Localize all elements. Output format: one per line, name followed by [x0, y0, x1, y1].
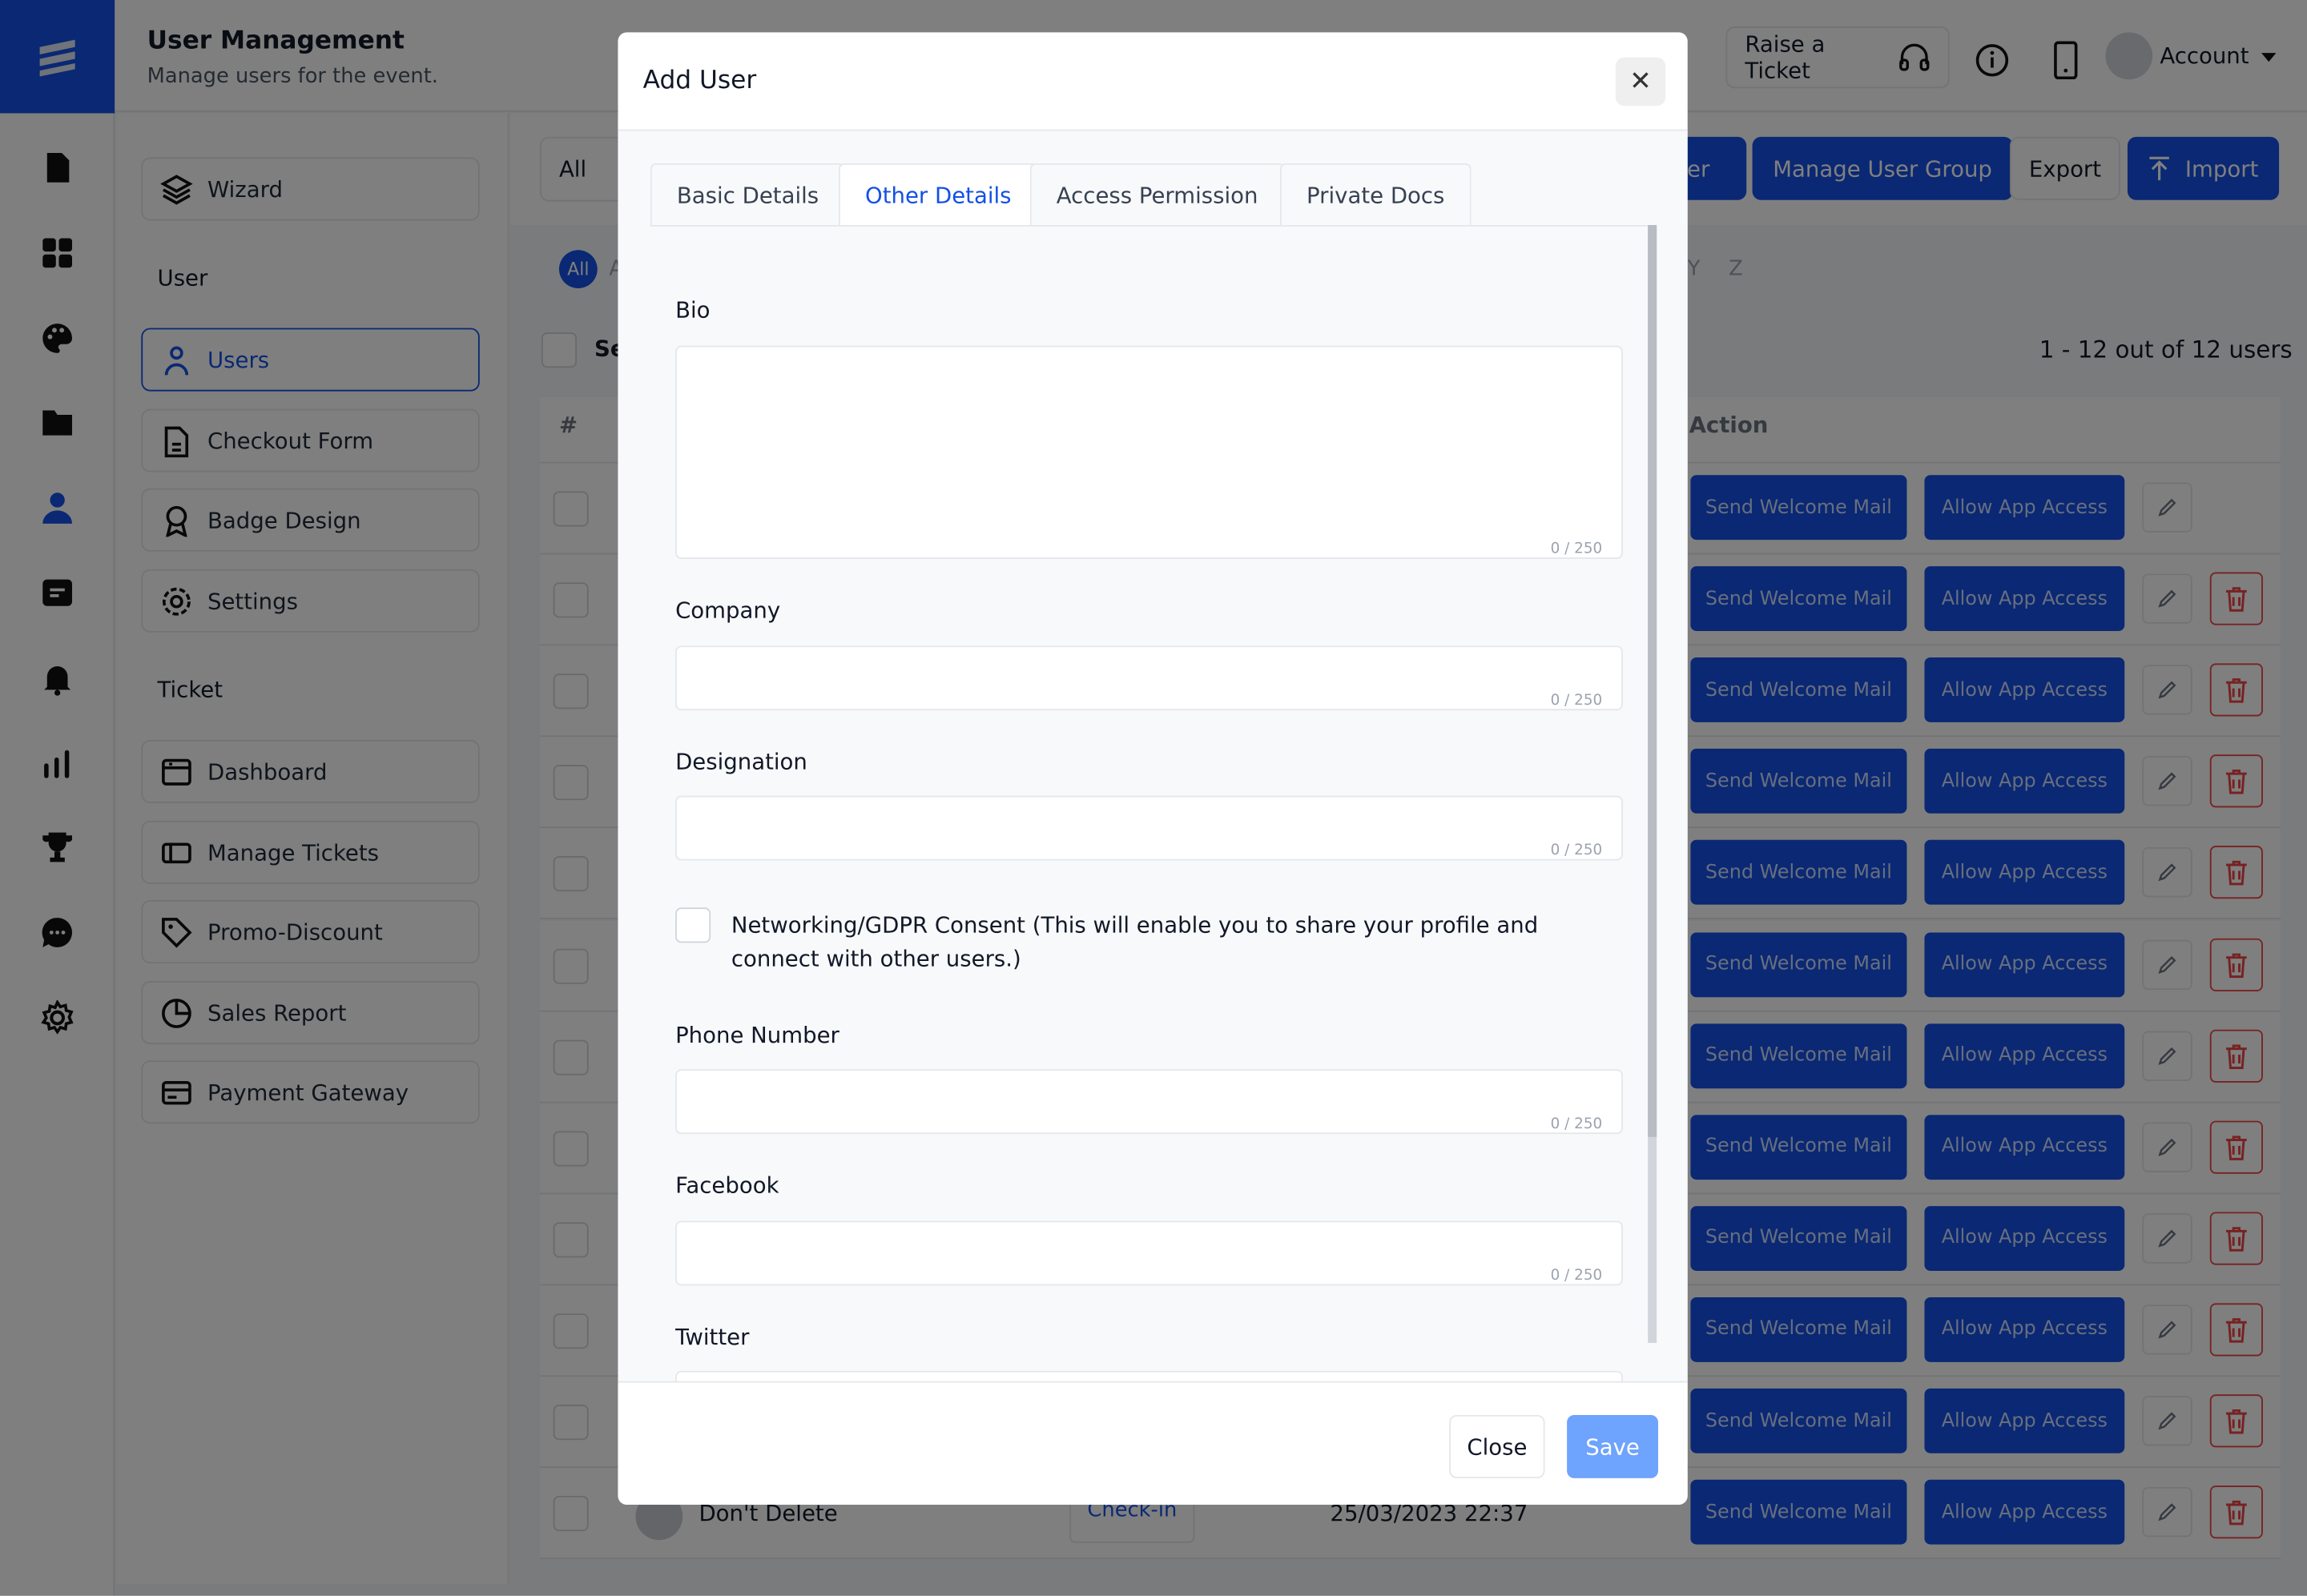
- gdpr-consent-checkbox[interactable]: [675, 907, 711, 943]
- add-user-modal: Add User ✕ Basic Details Other Details Acc…: [618, 32, 1688, 1505]
- modal-body: Basic Details Other Details Access Permiss…: [618, 131, 1688, 1436]
- modal-footer: Close Save: [618, 1381, 1688, 1505]
- char-counter: 0 / 250: [1550, 541, 1603, 558]
- company-label: Company: [675, 597, 781, 624]
- bio-label: Bio: [675, 297, 711, 324]
- close-button[interactable]: Close: [1449, 1414, 1545, 1478]
- tab-private-docs[interactable]: Private Docs: [1279, 163, 1472, 226]
- modal-title: Add User: [642, 66, 757, 96]
- phone-input[interactable]: 0 / 250: [675, 1069, 1623, 1135]
- char-counter: 0 / 250: [1550, 842, 1603, 859]
- tab-other-details[interactable]: Other Details: [838, 163, 1038, 226]
- designation-label: Designation: [675, 748, 807, 775]
- designation-input[interactable]: 0 / 250: [675, 795, 1623, 861]
- bio-textarea[interactable]: 0 / 250: [675, 345, 1623, 559]
- scrollbar-thumb[interactable]: [1648, 225, 1657, 1137]
- company-input[interactable]: 0 / 250: [675, 645, 1623, 711]
- phone-label: Phone Number: [675, 1022, 839, 1049]
- twitter-label: Twitter: [675, 1324, 750, 1351]
- facebook-input[interactable]: 0 / 250: [675, 1220, 1623, 1286]
- char-counter: 0 / 250: [1550, 1116, 1603, 1133]
- tab-access-permission[interactable]: Access Permission: [1029, 163, 1285, 226]
- gdpr-consent-label[interactable]: Networking/GDPR Consent (This will enabl…: [731, 909, 1629, 976]
- char-counter: 0 / 250: [1550, 693, 1603, 710]
- facebook-label: Facebook: [675, 1172, 779, 1199]
- tab-basic-details[interactable]: Basic Details: [650, 163, 846, 226]
- save-button[interactable]: Save: [1567, 1414, 1659, 1478]
- char-counter: 0 / 250: [1550, 1268, 1603, 1284]
- close-icon[interactable]: ✕: [1615, 57, 1666, 107]
